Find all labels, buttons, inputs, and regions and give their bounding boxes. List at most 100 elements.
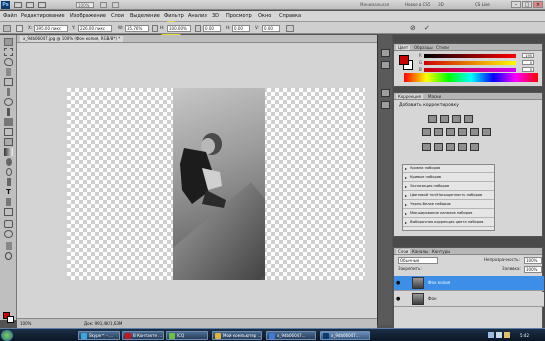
photo-filter-icon[interactable] — [470, 128, 479, 136]
layer-row-background[interactable]: ● Фон — [394, 292, 544, 307]
tab-color[interactable]: Цвет — [396, 45, 411, 50]
menu-image[interactable]: Изображение — [70, 13, 106, 20]
opacity-field[interactable]: 100% — [524, 257, 542, 264]
taskbar-clock[interactable]: 5:42 — [520, 331, 529, 340]
preset-hue-saturation[interactable]: ▸ Цветовой тон/Насыщенность наборов — [403, 192, 494, 200]
posterize-icon[interactable] — [434, 143, 443, 151]
menu-help[interactable]: Справка — [279, 13, 301, 20]
background-color-swatch[interactable] — [7, 316, 14, 323]
cs-live-button[interactable]: CS Live — [475, 2, 490, 8]
lasso-tool-icon[interactable] — [4, 58, 13, 66]
preset-curves[interactable]: ▸ Кривые наборов — [403, 174, 494, 182]
menu-filter[interactable]: Фильтр — [164, 13, 184, 20]
taskbar-item-my-computer[interactable]: Мой компьютер ... — [212, 331, 262, 340]
minimize-icon[interactable]: – — [511, 1, 521, 8]
3d-orbit-tool-icon[interactable] — [4, 230, 13, 238]
extras-icon[interactable] — [38, 2, 46, 8]
pen-tool-icon[interactable] — [7, 178, 11, 186]
clone-source-panel-icon[interactable] — [381, 101, 390, 109]
quick-selection-tool-icon[interactable] — [6, 68, 11, 76]
taskbar-item-photoshop[interactable]: x_9db06047... — [320, 331, 370, 340]
transform-tool-icon[interactable] — [3, 25, 11, 32]
rectangle-tool-icon[interactable] — [4, 208, 13, 216]
taskbar-item-skype[interactable]: Skype™ - ... — [78, 331, 120, 340]
history-panel-icon[interactable] — [381, 49, 390, 57]
eyedropper-tool-icon[interactable] — [7, 88, 10, 96]
menu-analysis[interactable]: Анализ — [188, 13, 207, 20]
menu-select[interactable]: Выделение — [130, 13, 160, 20]
brightness-contrast-icon[interactable] — [428, 115, 437, 123]
vibrance-icon[interactable] — [422, 128, 431, 136]
preset-levels[interactable]: ▸ Уровни наборов — [403, 165, 494, 173]
menu-3d[interactable]: 3D — [212, 13, 219, 20]
mini-bridge-icon[interactable] — [26, 2, 34, 8]
status-zoom[interactable]: 100% — [20, 321, 31, 327]
y-position-field[interactable]: 226.00 пикс — [78, 25, 112, 32]
preset-exposure[interactable]: ▸ Экспозиция наборов — [403, 183, 494, 191]
tab-adjustments[interactable]: Коррекция — [396, 94, 423, 99]
height-percent-field[interactable]: 100.00% — [167, 25, 191, 32]
path-selection-tool-icon[interactable] — [6, 198, 11, 206]
channel-mixer-icon[interactable] — [482, 128, 491, 136]
volume-icon[interactable] — [496, 332, 502, 338]
tab-masks[interactable]: Маски — [426, 94, 443, 99]
photo-layer[interactable] — [173, 88, 265, 280]
color-balance-icon[interactable] — [446, 128, 455, 136]
menu-file[interactable]: Файл — [3, 13, 17, 20]
arrange-documents-icon[interactable] — [100, 2, 107, 8]
zoom-tool-icon[interactable] — [5, 252, 12, 260]
preset-black-white[interactable]: ▸ Черно-белое наборов — [403, 201, 494, 209]
brush-panel-icon[interactable] — [381, 89, 390, 97]
history-brush-tool-icon[interactable] — [4, 128, 13, 136]
fill-field[interactable]: 100% — [524, 266, 542, 273]
panel-foreground-swatch[interactable] — [399, 55, 409, 65]
h-skew-field[interactable]: 0.00 — [232, 25, 250, 32]
gradient-tool-icon[interactable] — [4, 148, 13, 156]
red-value-field[interactable]: 195 — [522, 53, 534, 58]
document-tab[interactable]: x_9db06047.jpg @ 100% (Фон копия, RGB/8*… — [20, 36, 124, 42]
crop-tool-icon[interactable] — [4, 78, 13, 86]
red-slider[interactable]: R 195 — [419, 53, 534, 58]
marquee-tool-icon[interactable] — [4, 48, 13, 56]
bridge-icon[interactable] — [14, 2, 22, 8]
visibility-eye-icon[interactable]: ● — [396, 280, 402, 286]
tab-styles[interactable]: Стили — [434, 45, 451, 50]
blend-mode-select[interactable]: Обычные — [398, 257, 438, 264]
exposure-icon[interactable] — [464, 115, 473, 123]
language-icon[interactable] — [504, 332, 510, 338]
curves-icon[interactable] — [452, 115, 461, 123]
workspace-label[interactable]: Минимальная — [360, 2, 400, 8]
move-tool-icon[interactable] — [4, 38, 13, 46]
hue-saturation-icon[interactable] — [434, 128, 443, 136]
preset-selective-color[interactable]: ▸ Выборочная коррекция цвета наборов — [403, 219, 494, 227]
dodge-tool-icon[interactable] — [6, 168, 12, 176]
blur-tool-icon[interactable] — [6, 158, 12, 166]
threshold-icon[interactable] — [446, 143, 455, 151]
start-button-icon[interactable] — [1, 330, 13, 341]
menu-window[interactable]: Окно — [258, 13, 271, 20]
gradient-map-icon[interactable] — [458, 143, 467, 151]
type-tool-icon[interactable]: T — [4, 188, 13, 196]
brush-tool-icon[interactable] — [7, 108, 10, 116]
x-position-field[interactable]: 395.00 пикс — [34, 25, 68, 32]
preset-channel-mixer[interactable]: ▸ Микширование каналов наборов — [403, 210, 494, 218]
workspace-3d[interactable]: 3D — [438, 2, 444, 8]
tab-swatches[interactable]: Образцы — [412, 45, 435, 50]
actions-panel-icon[interactable] — [381, 61, 390, 69]
workspace-new-in-cs5[interactable]: Новое в CS5 — [405, 2, 431, 8]
v-skew-field[interactable]: 0.00 — [262, 25, 280, 32]
taskbar-item-vkontakte[interactable]: В Контакте ... — [122, 331, 164, 340]
eraser-tool-icon[interactable] — [4, 138, 13, 146]
link-icon[interactable] — [152, 25, 158, 32]
taskbar-item-icq[interactable]: ICQ — [166, 331, 208, 340]
cancel-transform-icon[interactable]: ⊘ — [410, 24, 416, 32]
black-white-icon[interactable] — [458, 128, 467, 136]
hand-tool-icon[interactable] — [6, 242, 12, 250]
reference-point-icon[interactable] — [16, 25, 23, 32]
selective-color-icon[interactable] — [470, 143, 479, 151]
menu-view[interactable]: Просмотр — [226, 13, 252, 20]
angle-field[interactable]: 0.00 — [203, 25, 221, 32]
taskbar-item-image-1[interactable]: x_9db06047... — [266, 331, 316, 340]
zoom-level-select[interactable]: 100% — [76, 2, 94, 8]
visibility-eye-icon[interactable]: ● — [396, 296, 402, 302]
